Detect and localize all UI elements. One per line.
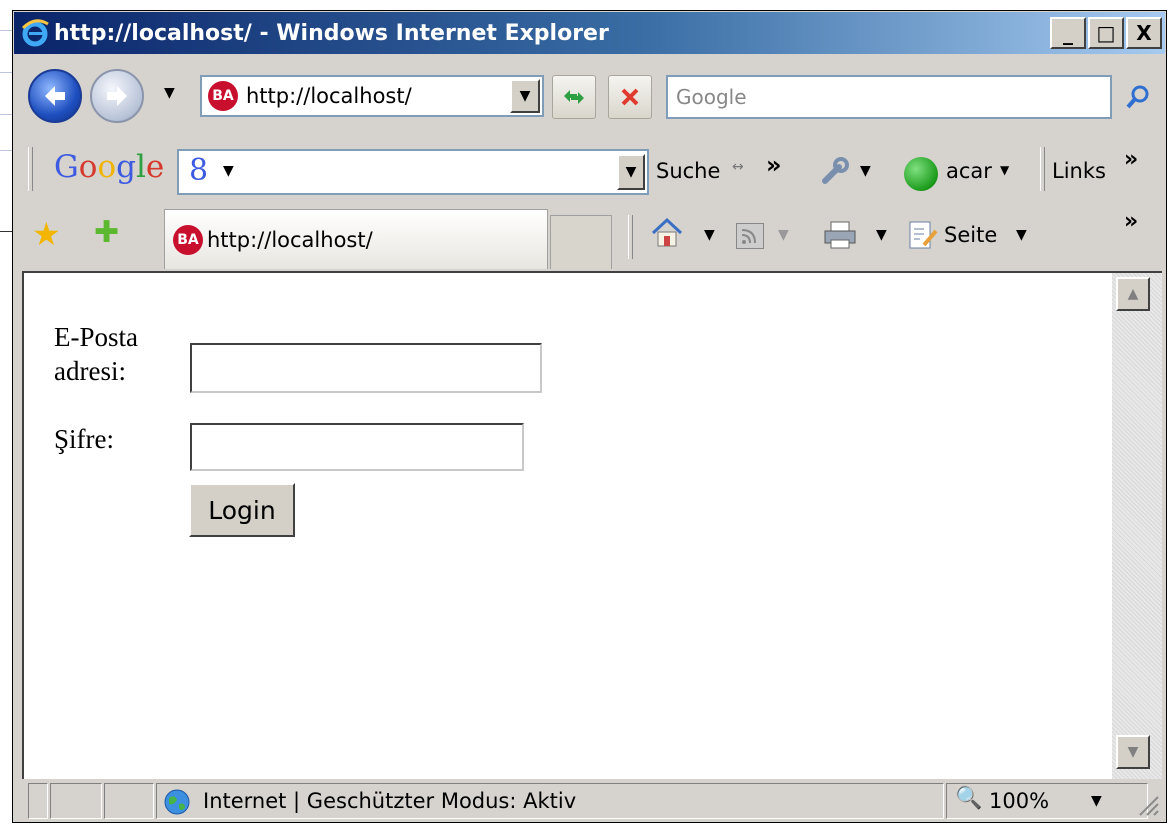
- status-cell: [28, 783, 48, 819]
- feeds-button[interactable]: [736, 223, 764, 249]
- scroll-down-button[interactable]: ▼: [1116, 735, 1150, 769]
- address-bar[interactable]: BA http://localhost/ ▼: [200, 75, 544, 117]
- toolbar-grip[interactable]: [28, 147, 33, 191]
- search-input[interactable]: Google: [666, 75, 1112, 119]
- home-dropdown-icon[interactable]: ▼: [704, 227, 715, 243]
- vertical-scrollbar[interactable]: ▲ ▼: [1112, 271, 1162, 779]
- search-icon: [1126, 85, 1149, 109]
- stop-icon: [621, 88, 639, 106]
- title-bar[interactable]: http://localhost/ - Windows Internet Exp…: [14, 12, 1165, 54]
- command-bar-grip[interactable]: [628, 215, 633, 259]
- site-favicon-icon: BA: [208, 81, 238, 111]
- ie-logo-icon: [20, 18, 50, 48]
- printer-icon: [824, 221, 856, 249]
- maximize-button[interactable]: □: [1088, 17, 1124, 49]
- email-label: E-Posta adresi:: [54, 321, 138, 389]
- wrench-icon: [822, 157, 849, 184]
- links-chevron-button[interactable]: »: [1124, 147, 1138, 172]
- zoom-icon: 🔍: [955, 786, 983, 811]
- feeds-dropdown-icon[interactable]: ▼: [778, 227, 789, 243]
- wrench-dropdown-icon[interactable]: ▼: [860, 163, 871, 179]
- toolbar-separator: [1040, 147, 1045, 191]
- security-zone-panel[interactable]: Internet | Geschützter Modus: Aktiv: [156, 783, 944, 819]
- email-label-line2: adresi:: [54, 355, 126, 386]
- google-toolbar: Google 8 ▼ ▼ Suche ↔ » ▼ acar ▼ Links »: [14, 137, 1165, 199]
- add-favorite-button[interactable]: ✚: [94, 215, 119, 250]
- login-button[interactable]: Login: [189, 483, 295, 537]
- address-input[interactable]: http://localhost/: [246, 84, 510, 108]
- tab-title: http://localhost/: [207, 227, 373, 252]
- stop-button[interactable]: [608, 75, 652, 119]
- favorites-center-button[interactable]: ★: [32, 215, 61, 253]
- back-button[interactable]: [28, 69, 82, 123]
- browser-window: http://localhost/ - Windows Internet Exp…: [12, 10, 1167, 823]
- minimize-button[interactable]: _: [1050, 17, 1086, 49]
- print-dropdown-icon[interactable]: ▼: [876, 227, 887, 243]
- new-tab-button[interactable]: [550, 215, 612, 269]
- forward-button[interactable]: [90, 69, 144, 123]
- password-label: Şifre:: [54, 424, 114, 454]
- window-title: http://localhost/ - Windows Internet Exp…: [54, 20, 609, 46]
- tab-favicon-icon: BA: [173, 224, 203, 255]
- page-content: E-Posta adresi: Şifre: Login: [22, 271, 1112, 779]
- account-status-icon: [904, 157, 938, 191]
- print-button[interactable]: [822, 219, 858, 255]
- history-dropdown-icon[interactable]: ▼: [164, 85, 175, 101]
- account-dropdown-icon[interactable]: ▼: [1000, 163, 1009, 177]
- page-menu-icon: [906, 219, 940, 255]
- google-g-icon: 8: [189, 153, 209, 188]
- toolbar-chevron-button[interactable]: »: [766, 151, 782, 179]
- refresh-icon: [564, 90, 584, 104]
- google-logo: Google: [54, 149, 165, 185]
- address-dropdown-button[interactable]: ▼: [510, 79, 540, 113]
- page-menu-button[interactable]: Seite: [944, 223, 997, 247]
- password-field[interactable]: [190, 423, 524, 471]
- email-label-line1: E-Posta: [54, 322, 138, 352]
- background-line: [0, 30, 12, 31]
- status-cell: [104, 783, 154, 819]
- google-search-field[interactable]: 8 ▼ ▼: [177, 149, 649, 195]
- zoom-level[interactable]: 100%: [989, 789, 1049, 813]
- account-menu-button[interactable]: acar: [946, 159, 992, 183]
- background-line: [0, 150, 12, 151]
- back-arrow-icon: [45, 86, 65, 106]
- search-button[interactable]: [1118, 75, 1158, 119]
- background-line: [0, 114, 12, 115]
- command-bar-chevron-button[interactable]: »: [1124, 209, 1138, 234]
- email-field[interactable]: [190, 343, 542, 393]
- background-line: [0, 72, 12, 73]
- home-button[interactable]: [650, 217, 684, 253]
- tab-row: ★ ✚ BA http://localhost/ ▼ ▼ ▼ Seite ▼ »: [14, 199, 1165, 271]
- rss-feed-icon: [741, 229, 756, 244]
- address-toolbar: ▼ BA http://localhost/ ▼ Google: [14, 55, 1165, 135]
- status-bar: Internet | Geschützter Modus: Aktiv 🔍 10…: [14, 781, 1165, 821]
- close-button[interactable]: X: [1126, 17, 1162, 49]
- refresh-button[interactable]: [552, 75, 596, 119]
- zone-status-text: Internet | Geschützter Modus: Aktiv: [203, 789, 577, 813]
- google-g-dropdown-icon[interactable]: ▼: [223, 163, 234, 179]
- links-button[interactable]: Links: [1052, 159, 1106, 183]
- forward-arrow-icon: [107, 86, 127, 106]
- zoom-panel[interactable]: 🔍 100% ▼: [946, 783, 1148, 819]
- status-cell: [50, 783, 102, 819]
- google-search-button[interactable]: Suche: [656, 159, 720, 183]
- globe-icon: [163, 788, 191, 820]
- scroll-up-button[interactable]: ▲: [1116, 277, 1150, 311]
- zoom-dropdown-icon[interactable]: ▼: [1091, 793, 1102, 809]
- resize-handle-icon[interactable]: ↔: [732, 159, 744, 175]
- tab-localhost[interactable]: BA http://localhost/: [164, 209, 548, 269]
- google-search-dropdown-button[interactable]: ▼: [617, 154, 645, 190]
- wrench-button[interactable]: [819, 155, 851, 191]
- home-icon: [651, 217, 683, 247]
- resize-grip-icon[interactable]: [1134, 791, 1160, 821]
- page-dropdown-icon[interactable]: ▼: [1016, 227, 1027, 243]
